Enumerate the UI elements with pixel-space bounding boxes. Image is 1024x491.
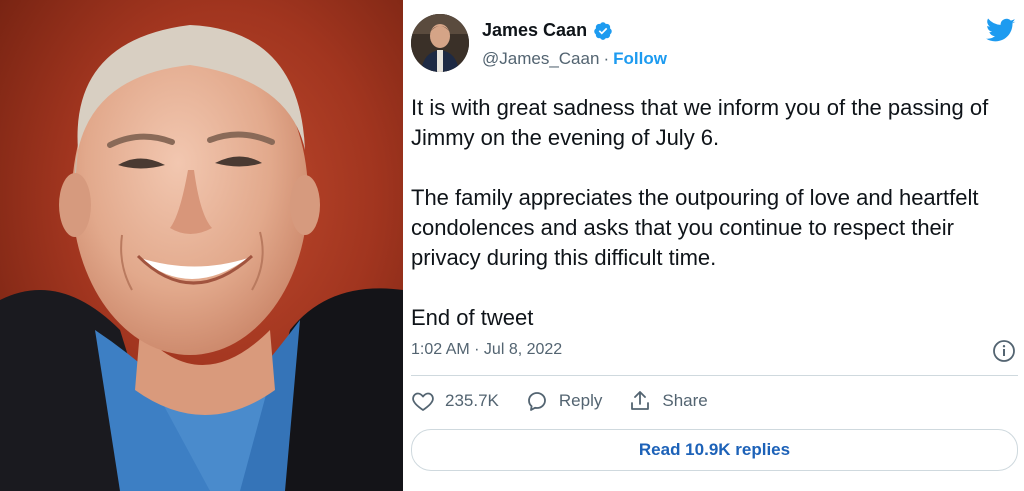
handle-separator: · — [603, 49, 610, 68]
like-button[interactable]: 235.7K — [411, 389, 499, 413]
reply-label: Reply — [558, 391, 603, 410]
author-handle-row: @James_Caan · Follow — [482, 49, 667, 69]
tweet-actions: 235.7K Reply Share — [411, 389, 734, 413]
tweet-paragraph: The family appreciates the outpouring of… — [411, 185, 979, 270]
share-label: Share — [662, 391, 708, 410]
author-handle[interactable]: @James_Caan — [482, 49, 599, 69]
read-replies-button[interactable]: Read 10.9K replies — [411, 429, 1018, 471]
avatar-image — [411, 14, 469, 72]
reply-icon — [527, 392, 546, 411]
author-display-name[interactable]: James Caan — [482, 20, 587, 41]
verified-badge-icon — [593, 21, 613, 41]
divider — [411, 375, 1018, 376]
info-icon[interactable] — [992, 339, 1016, 363]
avatar[interactable] — [411, 14, 469, 72]
share-button[interactable]: Share — [628, 389, 708, 413]
follow-button[interactable]: Follow — [613, 49, 667, 69]
share-icon — [631, 391, 650, 410]
tweet-text: It is with great sadness that we inform … — [411, 93, 1011, 333]
author-name-row: James Caan — [482, 20, 613, 41]
portrait-illustration — [0, 0, 403, 491]
tweet-paragraph: It is with great sadness that we inform … — [411, 95, 989, 150]
heart-icon — [412, 392, 434, 411]
tweet-paragraph: End of tweet — [411, 305, 534, 330]
tweet-card: James Caan @James_Caan · Follow It is wi… — [404, 0, 1024, 491]
twitter-bird-icon[interactable] — [986, 18, 1016, 44]
portrait-photo — [0, 0, 403, 491]
reply-button[interactable]: Reply — [525, 389, 602, 413]
like-count: 235.7K — [445, 391, 499, 410]
tweet-timestamp[interactable]: 1:02 AM · Jul 8, 2022 — [411, 341, 562, 359]
